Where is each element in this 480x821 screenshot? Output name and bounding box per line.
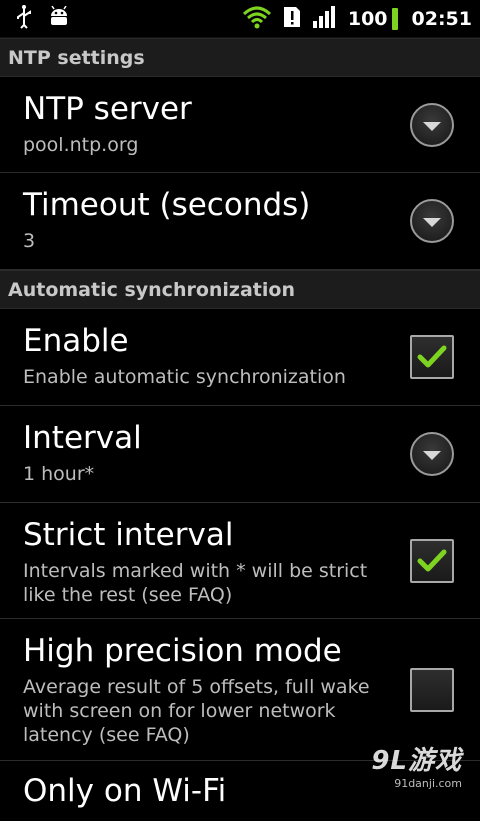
clock: 02:51 <box>411 7 472 30</box>
watermark-logo: 9L游戏 <box>371 746 462 776</box>
pref-title: NTP server <box>23 91 192 127</box>
watermark-url: 91danji.com <box>394 777 462 790</box>
status-bar: 100 02:51 <box>0 0 480 38</box>
battery-level: 100 <box>347 7 388 30</box>
pref-summary: 1 hour* <box>23 463 95 485</box>
check-icon <box>417 345 447 368</box>
alert-icon <box>282 5 302 33</box>
wifi-icon <box>242 5 272 33</box>
watermark: 9L游戏 91danji.com <box>371 740 462 790</box>
strict-interval-checkbox[interactable] <box>410 538 454 583</box>
pref-title: Enable <box>23 323 129 359</box>
pref-title: Strict interval <box>23 517 234 553</box>
category-ntp-settings: NTP settings <box>0 38 480 77</box>
pref-summary: Average result of 5 offsets, full wake w… <box>23 676 370 746</box>
dropdown-icon[interactable] <box>410 102 454 147</box>
pref-ntp-server[interactable]: NTP server pool.ntp.org <box>0 77 480 173</box>
pref-summary: 3 <box>23 230 36 252</box>
signal-icon <box>312 5 338 33</box>
dropdown-icon[interactable] <box>410 432 454 476</box>
pref-title: Timeout (seconds) <box>23 187 311 223</box>
check-icon <box>417 549 447 571</box>
pref-interval[interactable]: Interval 1 hour* <box>0 406 480 503</box>
pref-summary: pool.ntp.org <box>23 134 139 156</box>
android-debug-icon <box>48 5 70 32</box>
pref-timeout[interactable]: Timeout (seconds) 3 <box>0 173 480 270</box>
pref-title: Interval <box>23 420 142 456</box>
pref-summary: Intervals marked with * will be strict l… <box>23 560 368 606</box>
pref-enable[interactable]: Enable Enable automatic synchronization <box>0 309 480 406</box>
pref-strict-interval[interactable]: Strict interval Intervals marked with * … <box>0 503 480 619</box>
high-precision-checkbox[interactable] <box>410 667 454 712</box>
usb-icon <box>14 4 34 33</box>
pref-summary: Enable automatic synchronization <box>23 366 346 388</box>
pref-title: High precision mode <box>23 633 342 669</box>
battery-icon <box>391 7 398 30</box>
category-automatic-synchronization: Automatic synchronization <box>0 270 480 309</box>
enable-checkbox[interactable] <box>410 335 454 379</box>
pref-title: Only on Wi-Fi <box>23 773 227 809</box>
dropdown-icon[interactable] <box>410 199 454 243</box>
